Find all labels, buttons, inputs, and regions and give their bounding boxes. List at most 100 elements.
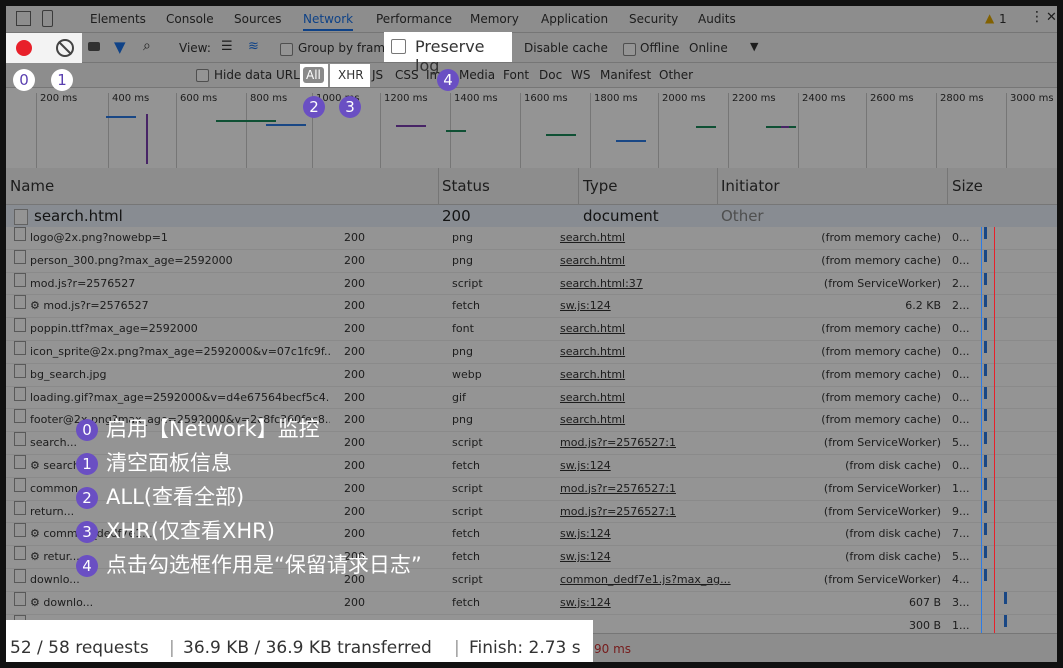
- waterfall-bar: [984, 500, 987, 513]
- tab-console[interactable]: Console: [166, 12, 214, 26]
- request-initiator[interactable]: search.html: [560, 341, 740, 363]
- request-initiator[interactable]: search.html:37: [560, 273, 740, 295]
- close-icon[interactable]: ✕: [1046, 10, 1057, 25]
- request-name: loading.gif?max_age=2592000&v=d4e67564be…: [30, 390, 330, 404]
- request-time: 0...: [952, 322, 970, 336]
- clear-icon[interactable]: [56, 39, 74, 57]
- capture-screenshot-icon[interactable]: [88, 42, 100, 51]
- dom-content-loaded-line: [981, 227, 982, 633]
- table-row[interactable]: ⚙ downlo... 200 fetch sw.js:124 607 B 3...: [6, 591, 1057, 615]
- request-time: 0...: [952, 390, 970, 404]
- request-name: poppin.ttf?max_age=2592000: [30, 322, 198, 336]
- throttle-select[interactable]: Online: [689, 41, 728, 55]
- request-initiator[interactable]: search.html: [560, 250, 740, 272]
- record-button[interactable]: [16, 40, 32, 56]
- request-initiator[interactable]: search.html: [560, 318, 740, 340]
- table-row[interactable]: icon_sprite@2x.png?max_age=2592000&v=07c…: [6, 340, 1057, 364]
- filter-ws[interactable]: WS: [571, 68, 590, 82]
- file-icon: [14, 546, 26, 561]
- group-by-frame-checkbox[interactable]: [280, 42, 293, 56]
- tab-audits[interactable]: Audits: [698, 12, 736, 26]
- request-size: (from disk cache): [845, 550, 941, 564]
- finish-time: Finish: 2.73 s: [469, 638, 581, 658]
- inspect-icon[interactable]: [16, 11, 31, 26]
- timeline-tick: 2200 ms: [728, 93, 776, 168]
- request-status: 200: [344, 231, 365, 244]
- tab-application[interactable]: Application: [541, 12, 608, 26]
- large-rows-icon[interactable]: ☰: [221, 39, 233, 54]
- waterfall-bar: [984, 249, 987, 262]
- filter-all[interactable]: All: [303, 67, 324, 83]
- group-by-frame-label: Group by frame: [298, 41, 393, 55]
- request-type: webp: [452, 367, 482, 381]
- filter-manifest[interactable]: Manifest: [600, 68, 651, 82]
- legend-badge: 4: [76, 555, 98, 577]
- request-initiator[interactable]: search.html: [560, 387, 740, 409]
- chevron-down-icon[interactable]: ▼: [750, 40, 758, 53]
- tab-performance[interactable]: Performance: [376, 12, 452, 26]
- offline-checkbox[interactable]: [623, 42, 636, 56]
- timeline-tick: 400 ms: [108, 93, 149, 168]
- tab-network[interactable]: Network: [303, 12, 354, 31]
- tab-sources[interactable]: Sources: [234, 12, 281, 26]
- legend-item: 3 XHR(仅查看XHR): [76, 516, 275, 546]
- file-icon: [14, 409, 26, 424]
- device-toggle-icon[interactable]: [42, 10, 53, 27]
- tab-memory[interactable]: Memory: [470, 12, 519, 26]
- table-row[interactable]: loading.gif?max_age=2592000&v=d4e67564be…: [6, 386, 1057, 410]
- table-row[interactable]: logo@2x.png?nowebp=1 200 png search.html (fr…: [6, 227, 1057, 250]
- overview-icon[interactable]: ≋: [248, 39, 259, 54]
- table-row[interactable]: poppin.ttf?max_age=2592000 200 font search.…: [6, 318, 1057, 341]
- request-initiator[interactable]: search.html: [560, 364, 740, 386]
- legend-badge: 0: [76, 419, 98, 441]
- waterfall-bar: [984, 568, 987, 581]
- filter-other[interactable]: Other: [659, 68, 693, 82]
- waterfall-bar: [984, 227, 987, 239]
- table-row[interactable]: mod.js?r=2576527 200 script search.html:37 (…: [6, 272, 1057, 296]
- view-label: View:: [179, 41, 211, 55]
- waterfall-bar: [984, 454, 987, 467]
- request-size: (from memory cache): [821, 390, 941, 404]
- legend-text: 清空面板信息: [106, 451, 232, 475]
- request-name: ⚙ downlo...: [30, 595, 94, 609]
- table-row[interactable]: bg_search.jpg 200 webp search.html (from mem…: [6, 363, 1057, 387]
- waterfall-bar: [984, 409, 987, 422]
- timeline-overview[interactable]: 200 ms 400 ms 600 ms 800 ms 1000 ms 1200…: [6, 88, 1057, 169]
- request-size: (from memory cache): [821, 322, 941, 336]
- table-row[interactable]: ⚙ mod.js?r=2576527 200 fetch sw.js:124 6.2 K…: [6, 295, 1057, 319]
- filter-xhr[interactable]: XHR: [338, 68, 364, 82]
- waterfall-bar: [396, 125, 426, 127]
- table-row[interactable]: person_300.png?max_age=2592000 200 png sear…: [6, 249, 1057, 273]
- more-options-icon[interactable]: ⋮: [1030, 9, 1044, 25]
- file-icon: [14, 249, 26, 264]
- tab-elements[interactable]: Elements: [90, 12, 146, 26]
- panel-tabs: Elements Console Sources Network Perform…: [6, 6, 1057, 33]
- request-time: 0...: [952, 231, 970, 244]
- waterfall-bar: [1004, 614, 1007, 627]
- file-icon: [14, 227, 26, 241]
- file-icon: [14, 363, 26, 378]
- preserve-log-checkbox[interactable]: [391, 39, 406, 54]
- hide-data-urls-checkbox[interactable]: [196, 68, 209, 82]
- filter-icon[interactable]: ▼: [114, 38, 126, 56]
- request-type: script: [452, 276, 483, 290]
- tab-security[interactable]: Security: [629, 12, 678, 26]
- request-initiator[interactable]: sw.js:124: [560, 295, 740, 317]
- request-size: (from memory cache): [821, 253, 941, 267]
- request-status: 200: [344, 299, 365, 313]
- legend-badge: 1: [76, 453, 98, 475]
- disable-cache-label[interactable]: Disable cache: [524, 41, 608, 55]
- request-initiator[interactable]: sw.js:124: [560, 592, 740, 614]
- warning-icon[interactable]: ▲: [985, 11, 994, 25]
- search-icon[interactable]: ⌕: [143, 38, 151, 54]
- waterfall-bar: [984, 318, 987, 331]
- request-initiator[interactable]: search.html: [560, 227, 740, 249]
- request-size: (from ServiceWorker): [823, 481, 941, 495]
- badge-0: 0: [13, 69, 35, 91]
- record-clear-highlight: [6, 33, 82, 63]
- legend-text: XHR(仅查看XHR): [106, 519, 275, 543]
- filter-js[interactable]: JS: [372, 68, 383, 82]
- request-size: (from memory cache): [821, 231, 941, 244]
- file-icon: [14, 272, 26, 287]
- filter-doc[interactable]: Doc: [539, 68, 562, 82]
